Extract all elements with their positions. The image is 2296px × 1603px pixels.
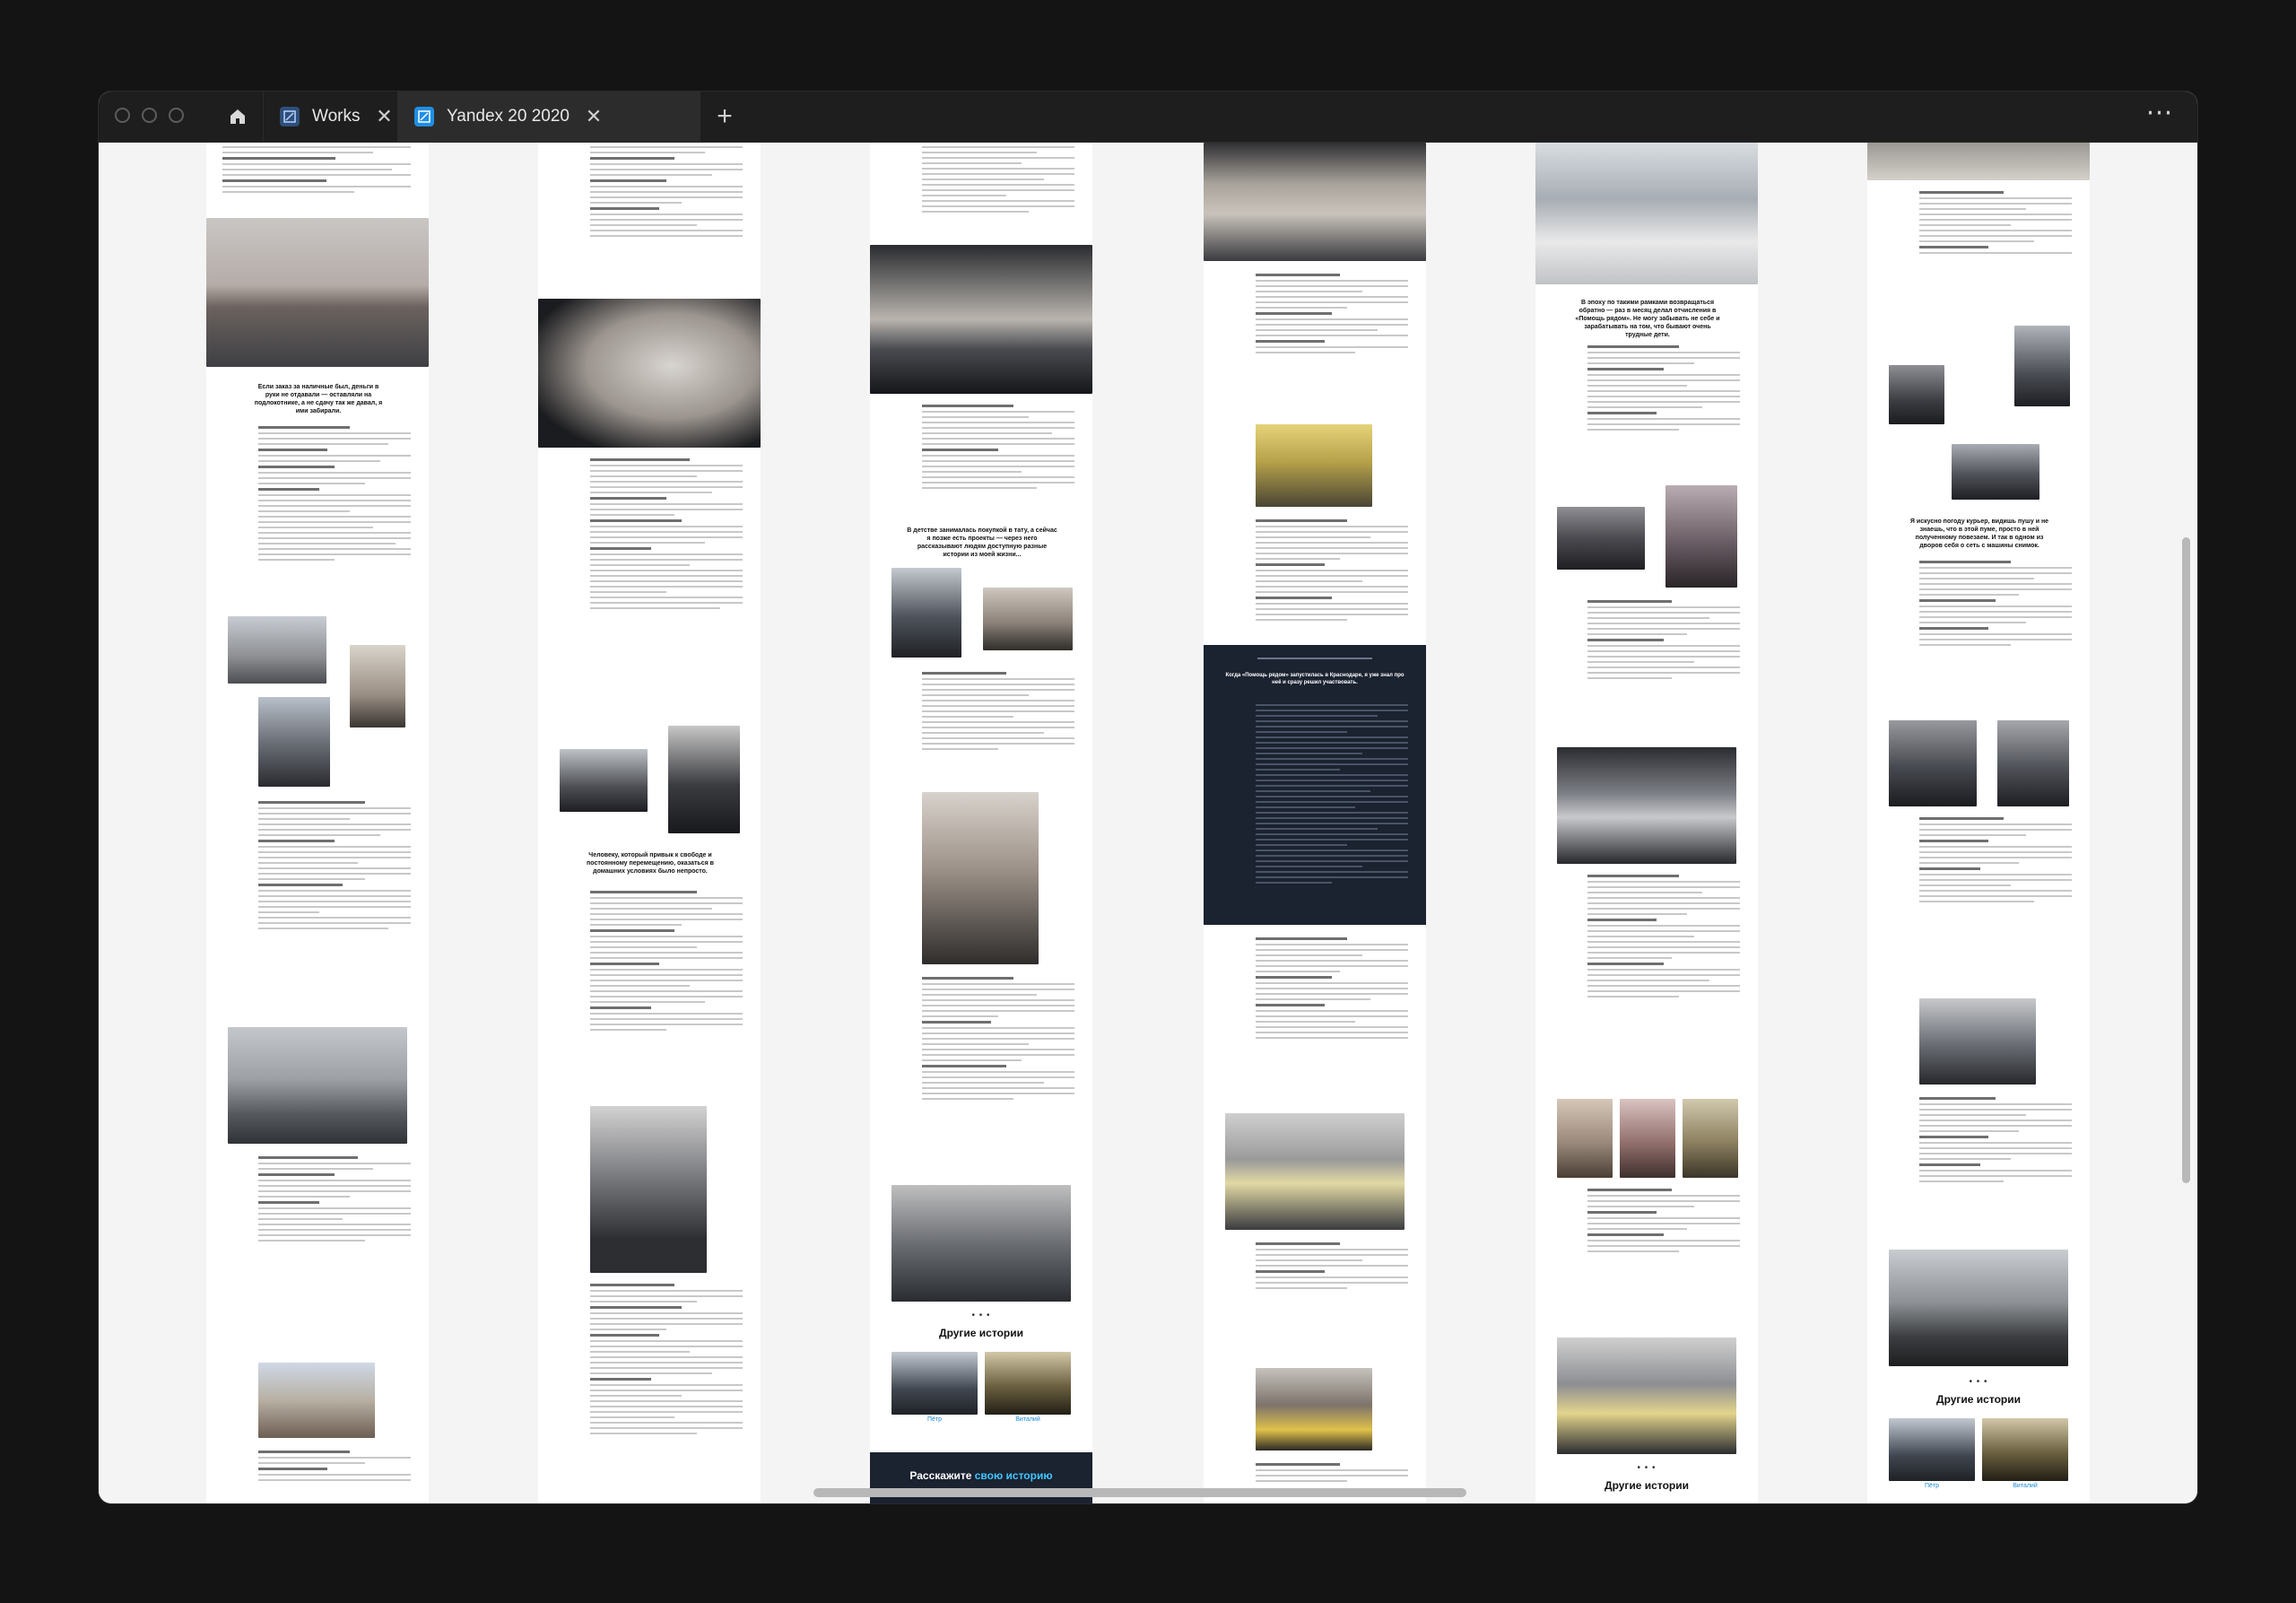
artboard-page-2: Человеку, который привык к свободе и пос… [538, 143, 761, 1503]
photo-courier-phone [2014, 326, 2070, 406]
photo-family-hug [1620, 1099, 1675, 1178]
photo-child-play [1683, 1099, 1738, 1178]
photo-young-man-portrait [1889, 1250, 2068, 1366]
photo-window-view [350, 645, 405, 727]
photo-story-vitaliy[interactable] [985, 1352, 1071, 1415]
new-tab-button[interactable]: + [709, 100, 741, 133]
section-divider-dots: • • • [1637, 1463, 1657, 1473]
section-divider-dots: • • • [971, 1311, 991, 1320]
info-block-title: Когда «Помощь рядом» запустилась в Красн… [1225, 673, 1405, 685]
section-divider-dots: • • • [1969, 1377, 1988, 1387]
photo-woman-driver [1919, 998, 2036, 1085]
story-caption-petr[interactable]: Пётр [1889, 1483, 1975, 1489]
artboard-page-4: Когда «Помощь рядом» запустилась в Красн… [1204, 143, 1426, 1503]
photo-bus-stop [1867, 143, 2090, 180]
pull-quote: В эпоху по такими рамками возвращаться о… [1575, 300, 1720, 338]
photo-driver-woman [590, 1106, 707, 1273]
close-tab-icon[interactable]: ✕ [584, 105, 604, 128]
home-button[interactable] [215, 99, 260, 135]
photo-driver-wheel [1952, 444, 2039, 500]
tab-yandex-20-2020[interactable]: Yandex 20 2020 ✕ [397, 91, 700, 142]
artboard-page-1: Если заказ за наличные был, деньги в рук… [206, 143, 429, 1503]
photo-taxi-driver-042 [1557, 1337, 1736, 1454]
tab-label: Yandex 20 2020 [447, 107, 570, 126]
photo-car-mirror [922, 792, 1039, 964]
more-menu-icon[interactable]: ⋯ [2142, 100, 2178, 131]
pull-quote: В детстве занималась покупкой в тату, а … [907, 527, 1057, 558]
photo-car-dashboard [1557, 747, 1736, 864]
photo-dashboard-interior [870, 245, 1092, 394]
other-stories-title: Другие истории [939, 1327, 1023, 1339]
photo-child-car-seat [1557, 507, 1645, 570]
photo-story-petr[interactable] [1889, 1418, 1975, 1481]
photo-snowy-taxi [1535, 143, 1758, 284]
horizontal-scrollbar[interactable] [813, 1488, 1466, 1497]
photo-yandex-taxi-car [1225, 1113, 1405, 1230]
other-stories-title: Другие истории [1936, 1393, 2021, 1406]
artboard-page-5: В эпоху по такими рамками возвращаться о… [1535, 143, 1758, 1503]
home-icon [230, 109, 245, 124]
cta-title: Расскажите свою историю [909, 1469, 1053, 1482]
close-tab-icon[interactable]: ✕ [374, 105, 394, 128]
photo-food-delivery [1256, 424, 1372, 507]
photo-driver-suit [891, 568, 961, 658]
photo-embankment [206, 218, 429, 367]
photo-overpass [228, 1027, 407, 1144]
tab-works[interactable]: Works ✕ [263, 91, 397, 142]
photo-people-masks [1889, 720, 1977, 806]
photo-windshield-view [1204, 143, 1426, 261]
artboard-page-6: Я искусно погоду курьер, видишь пушу и н… [1867, 143, 2090, 1503]
vertical-scrollbar[interactable] [2182, 537, 2190, 1183]
close-window-icon[interactable] [115, 108, 130, 123]
photo-city-traffic [1256, 1368, 1372, 1451]
pull-quote: Человеку, который привык к свободе и пос… [587, 852, 714, 875]
photo-courier-bags [1889, 365, 1944, 424]
photo-city-street [228, 616, 326, 684]
pull-quote: Я искусно погоду курьер, видишь пушу и н… [1909, 518, 2049, 549]
maximize-window-icon[interactable] [169, 108, 184, 123]
photo-car-window [538, 299, 761, 448]
info-block: Когда «Помощь рядом» запустилась в Красн… [1204, 645, 1426, 925]
photo-family [1665, 485, 1737, 588]
figma-file-icon [280, 107, 300, 126]
photo-man-mask [1997, 720, 2069, 806]
title-bar: Works ✕ Yandex 20 2020 ✕ + ⋯ [99, 91, 2197, 143]
photo-story-petr[interactable] [891, 1352, 978, 1415]
story-caption-vitaliy[interactable]: Виталий [1982, 1483, 2068, 1489]
photo-street-view [983, 588, 1073, 650]
story-caption-petr[interactable]: Пётр [891, 1416, 978, 1423]
other-stories-title: Другие истории [1605, 1479, 1689, 1492]
pull-quote: Если заказ за наличные был, деньги в рук… [254, 384, 383, 414]
story-caption-vitaliy[interactable]: Виталий [985, 1416, 1071, 1423]
tab-label: Works [312, 107, 361, 126]
photo-story-vitaliy[interactable] [1982, 1418, 2068, 1481]
photo-kids-drawings [1557, 1099, 1613, 1178]
app-window: Works ✕ Yandex 20 2020 ✕ + ⋯ Если заказ … [99, 91, 2197, 1503]
photo-driver-car [560, 749, 648, 812]
artboard-page-3: В детстве занималась покупкой в тату, а … [870, 143, 1092, 1503]
figma-file-icon [414, 107, 434, 126]
photo-driver-phone [668, 726, 740, 833]
photo-man-in-car [891, 1185, 1071, 1302]
design-canvas[interactable]: Если заказ за наличные был, деньги в рук… [99, 143, 2197, 1503]
minimize-window-icon[interactable] [142, 108, 157, 123]
photo-church-street [258, 1363, 375, 1438]
photo-courier-portrait [258, 697, 330, 787]
